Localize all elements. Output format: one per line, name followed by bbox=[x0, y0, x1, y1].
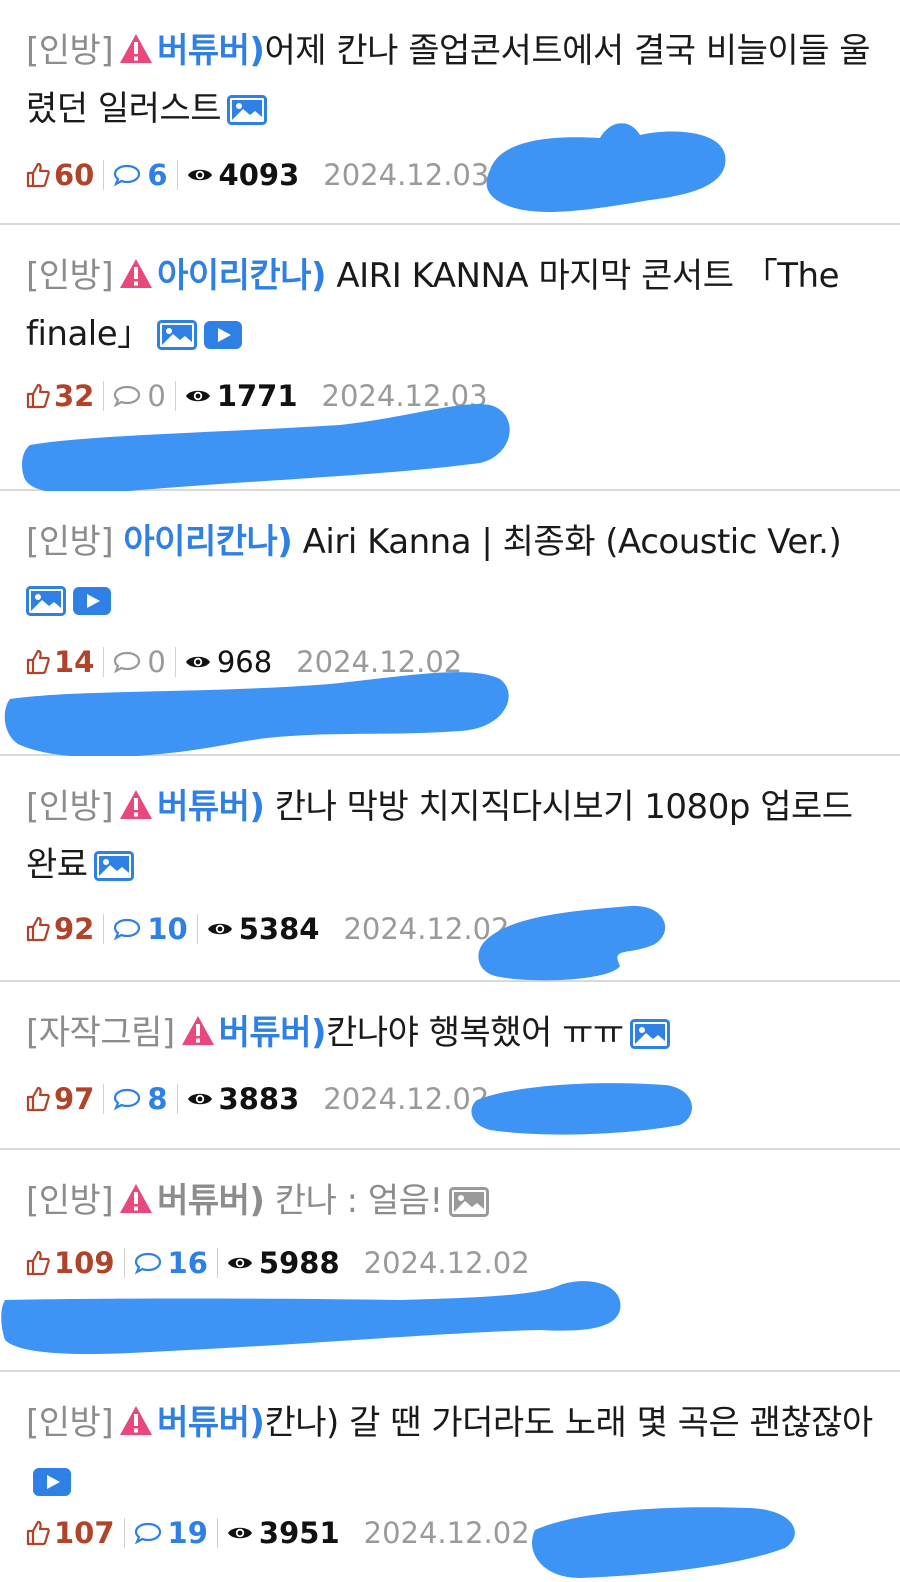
thumbs-up-icon bbox=[26, 916, 50, 942]
post-category: 버튜버) bbox=[157, 1181, 265, 1221]
comment-count: 10 bbox=[113, 912, 188, 946]
post-tag: [인방] bbox=[26, 1181, 114, 1221]
divider bbox=[123, 1518, 125, 1548]
eye-icon bbox=[207, 920, 233, 938]
redaction-scribble bbox=[478, 905, 666, 981]
comment-count: 6 bbox=[113, 158, 168, 192]
post-title[interactable]: [자작그림] 버튜버)칸나야 행복했어 ㅠㅠ bbox=[26, 1004, 874, 1062]
post-item[interactable]: [인방] 아이리칸나) AIRI KANNA 마지막 콘서트 「The final… bbox=[0, 225, 900, 494]
divider bbox=[103, 160, 105, 190]
warning-icon bbox=[181, 1014, 215, 1048]
thumbs-up-icon bbox=[26, 1520, 50, 1546]
post-title-text: Airi Kanna | 최종화 (Acoustic Ver.) bbox=[292, 522, 842, 562]
like-count: 107 bbox=[26, 1516, 115, 1550]
view-count: 4093 bbox=[187, 158, 299, 192]
redaction-scribble bbox=[486, 123, 726, 212]
redaction-scribble bbox=[471, 1083, 692, 1135]
post-title[interactable]: [인방] 아이리칸나) Airi Kanna | 최종화 (Acoustic V… bbox=[26, 513, 874, 629]
post-title-text: 칸나) 갈 땐 가더라도 노래 몇 곡은 괜찮잖아 bbox=[264, 1403, 873, 1443]
post-meta: 97 8 3883 2024.12.02 bbox=[26, 1082, 489, 1116]
warning-icon bbox=[119, 257, 153, 291]
image-icon bbox=[94, 851, 134, 881]
warning-icon bbox=[119, 32, 153, 66]
post-tag: [인방] bbox=[26, 256, 114, 296]
post-meta: 107 19 3951 2024.12.02 bbox=[26, 1516, 530, 1550]
divider bbox=[176, 160, 178, 190]
video-icon bbox=[72, 586, 112, 616]
post-category: 아이리칸나) bbox=[123, 522, 293, 562]
redaction-scribble bbox=[4, 672, 509, 758]
comment-icon bbox=[113, 1087, 141, 1111]
redaction-scribble bbox=[532, 1507, 795, 1578]
post-item[interactable]: [인방] 버튜버)칸나) 갈 땐 가더라도 노래 몇 곡은 괜찮잖아 107 19… bbox=[0, 1372, 900, 1582]
video-icon bbox=[203, 320, 243, 350]
post-date: 2024.12.03 bbox=[323, 158, 490, 192]
post-title-text: 칸나 : 얼음! bbox=[264, 1181, 443, 1221]
image-icon bbox=[449, 1187, 489, 1217]
divider bbox=[216, 1518, 218, 1548]
post-category: 버튜버) bbox=[157, 31, 265, 71]
divider bbox=[176, 1084, 178, 1114]
comment-icon bbox=[113, 917, 141, 941]
post-title[interactable]: [인방] 버튜버) 칸나 막방 치지직다시보기 1080p 업로드 완료 bbox=[26, 778, 874, 894]
comment-count: 8 bbox=[113, 1082, 168, 1116]
post-tag: [자작그림] bbox=[26, 1013, 175, 1053]
post-tag: [인방] bbox=[26, 1403, 114, 1443]
post-tag: [인방] bbox=[26, 787, 114, 827]
post-date: 2024.12.02 bbox=[363, 1516, 530, 1550]
divider bbox=[103, 1084, 105, 1114]
post-title[interactable]: [인방] 버튜버)어제 칸나 졸업콘서트에서 결국 비늘이들 울렸던 일러스트 bbox=[26, 22, 874, 138]
post-category: 아이리칸나) bbox=[157, 256, 327, 296]
post-category: 버튜버) bbox=[157, 1403, 265, 1443]
warning-icon bbox=[119, 788, 153, 822]
view-count: 3883 bbox=[187, 1082, 299, 1116]
post-title[interactable]: [인방] 버튜버) 칸나 : 얼음! bbox=[26, 1172, 874, 1230]
eye-icon bbox=[227, 1524, 253, 1542]
warning-icon bbox=[119, 1182, 153, 1216]
post-item[interactable]: [인방] 아이리칸나) Airi Kanna | 최종화 (Acoustic V… bbox=[0, 491, 900, 758]
video-icon bbox=[32, 1467, 72, 1497]
comment-icon bbox=[113, 163, 141, 187]
warning-icon bbox=[119, 1404, 153, 1438]
comment-count: 19 bbox=[134, 1516, 208, 1550]
like-count: 97 bbox=[26, 1082, 94, 1116]
post-meta: 92 10 5384 2024.12.02 bbox=[26, 912, 509, 946]
image-icon bbox=[227, 95, 267, 125]
post-category: 버튜버) bbox=[218, 1013, 327, 1053]
eye-icon bbox=[187, 1090, 213, 1108]
post-tag: [인방] bbox=[26, 31, 114, 71]
thumbs-up-icon bbox=[26, 1086, 50, 1112]
post-tag: [인방] bbox=[26, 522, 114, 562]
post-item[interactable]: [인방] 버튜버)어제 칸나 졸업콘서트에서 결국 비늘이들 울렸던 일러스트 6… bbox=[0, 0, 900, 225]
divider bbox=[196, 914, 198, 944]
thumbs-up-icon bbox=[26, 162, 50, 188]
post-meta: 60 6 4093 2024.12.03 bbox=[26, 158, 489, 192]
like-count: 92 bbox=[26, 912, 94, 946]
redaction-scribble bbox=[22, 404, 510, 494]
divider bbox=[103, 914, 105, 944]
post-category: 버튜버) bbox=[157, 787, 265, 827]
view-count: 5384 bbox=[207, 912, 319, 946]
post-title-text: 칸나야 행복했어 ㅠㅠ bbox=[326, 1013, 624, 1053]
image-icon bbox=[26, 586, 66, 616]
view-count: 3951 bbox=[227, 1516, 340, 1550]
post-title[interactable]: [인방] 아이리칸나) AIRI KANNA 마지막 콘서트 「The final… bbox=[26, 247, 874, 363]
post-item[interactable]: [인방] 버튜버) 칸나 막방 치지직다시보기 1080p 업로드 완료 92 1… bbox=[0, 756, 900, 982]
post-item[interactable]: [인방] 버튜버) 칸나 : 얼음! 109 16 5988 2024.12.02 bbox=[0, 1150, 900, 1372]
like-count: 60 bbox=[26, 158, 94, 192]
eye-icon bbox=[187, 166, 213, 184]
image-icon bbox=[630, 1019, 670, 1049]
redaction-scribble bbox=[1, 1281, 621, 1355]
image-icon bbox=[157, 320, 197, 350]
post-item[interactable]: [자작그림] 버튜버)칸나야 행복했어 ㅠㅠ 97 8 3883 2024.12.… bbox=[0, 982, 900, 1150]
comment-icon bbox=[134, 1521, 162, 1545]
